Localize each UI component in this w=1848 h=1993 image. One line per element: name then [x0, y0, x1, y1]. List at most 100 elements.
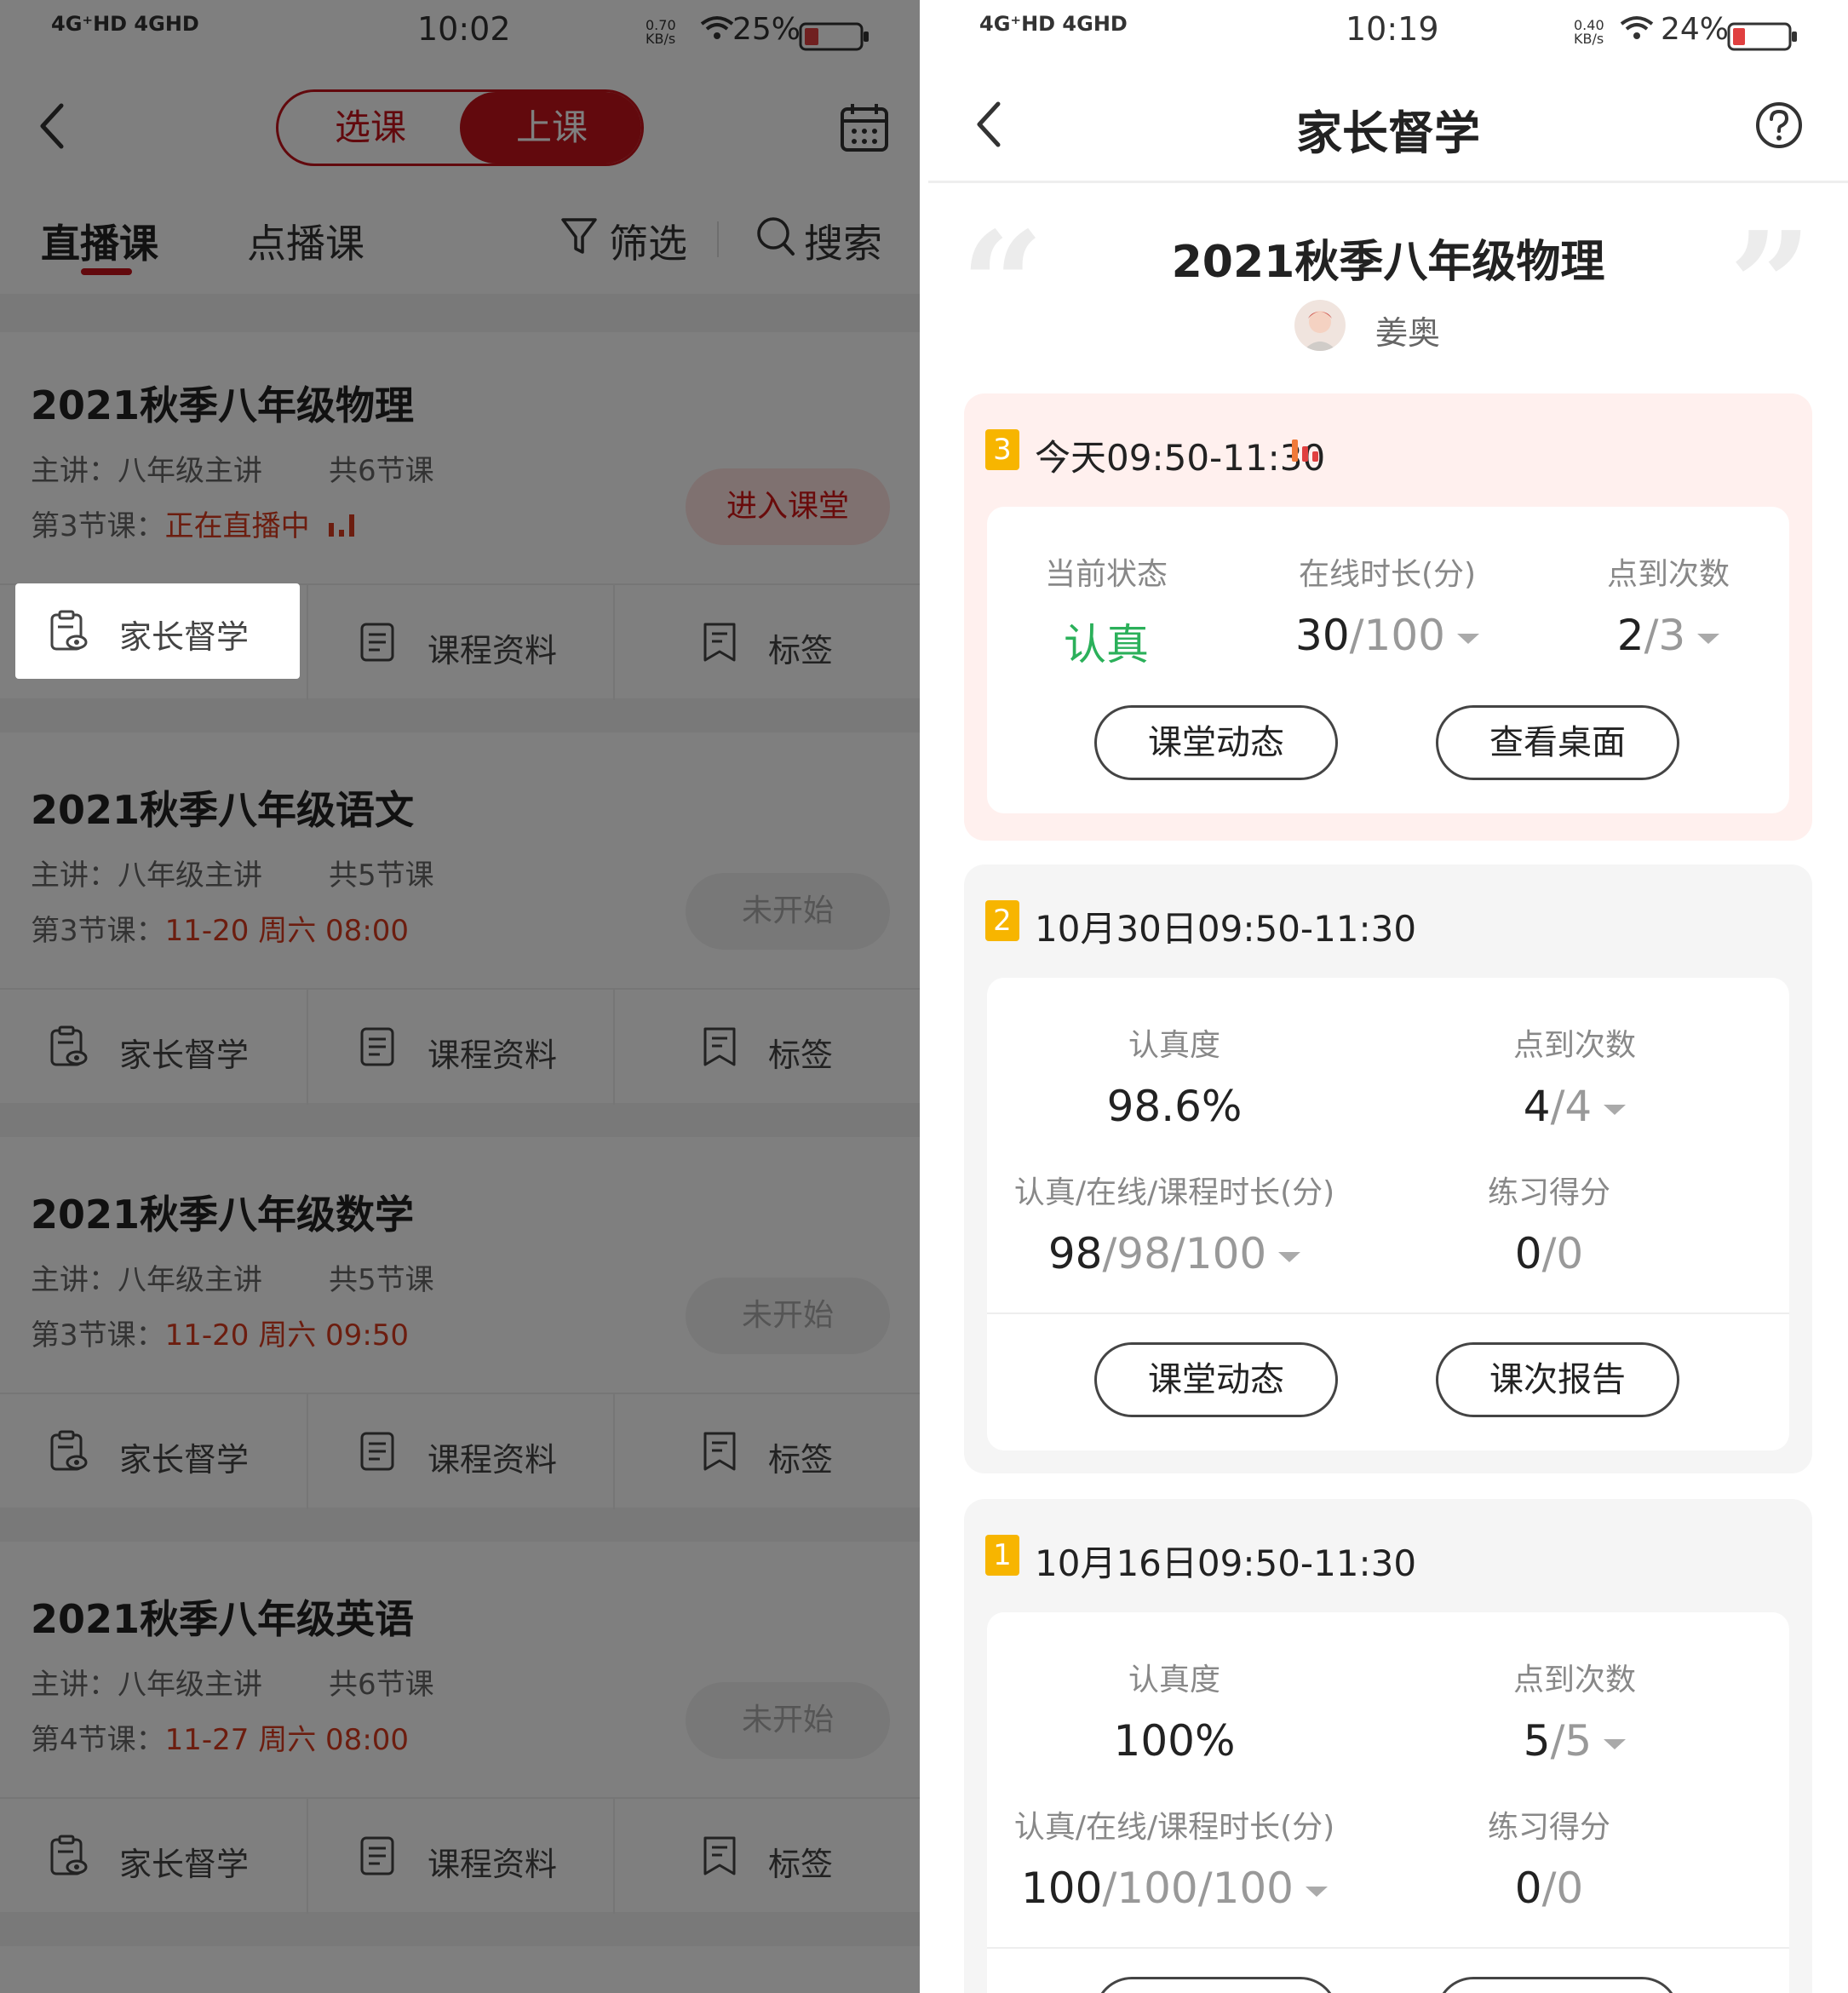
current-lesson: 第3节课：正在直播中: [31, 503, 359, 544]
stat-label: 点到次数: [1512, 1663, 1636, 1697]
bookmark-icon: [703, 623, 736, 662]
session-number-badge: 1: [985, 1535, 1019, 1576]
stat-den: /98/100: [1102, 1229, 1267, 1278]
stat-label: 当前状态: [1044, 557, 1168, 592]
stat-label: 认真/在线/课程时长(分): [1013, 1810, 1335, 1845]
tags-button[interactable]: 标签: [615, 990, 920, 1105]
tab-attend-class[interactable]: 上课: [460, 92, 641, 164]
course-materials-button[interactable]: 课程资料: [308, 585, 613, 700]
checkin-count[interactable]: 点到次数 5/5: [1464, 1655, 1685, 1766]
course-actions: 家长督学 课程资料 标签: [0, 1393, 920, 1509]
lesson-time: 11-20 周六 08:00: [164, 914, 410, 948]
tags-button[interactable]: 标签: [615, 1799, 920, 1914]
course-materials-button[interactable]: 课程资料: [308, 1799, 613, 1914]
not-started-button[interactable]: 未开始: [686, 873, 890, 950]
help-icon[interactable]: [1754, 101, 1804, 153]
online-duration[interactable]: 在线时长(分) 30/100: [1277, 549, 1498, 660]
course-meta: 主讲：八年级主讲 共5节课: [31, 1256, 434, 1298]
stat-label: 点到次数: [1512, 1028, 1636, 1063]
network-indicator: 4G⁺HD 4GHD: [979, 12, 1128, 36]
stat-label: 在线时长(分): [1298, 557, 1477, 592]
checkin-count[interactable]: 点到次数 4/4: [1464, 1020, 1685, 1131]
back-icon[interactable]: [36, 101, 70, 155]
filter-icon[interactable]: [560, 216, 598, 261]
stat-label: 练习得分: [1487, 1175, 1610, 1210]
highlighted-parent-supervise-button[interactable]: 家长督学: [15, 583, 300, 679]
calendar-icon[interactable]: [839, 102, 890, 157]
enter-classroom-button[interactable]: 进入课堂: [686, 468, 890, 545]
lesson-label: 第3节课：: [31, 1318, 165, 1353]
supervise-icon: [50, 1835, 88, 1875]
class-activity-button[interactable]: 课堂动态: [1094, 705, 1338, 780]
current-lesson: 第4节课：11-27 周六 08:00: [31, 1716, 409, 1758]
action-label: 标签: [768, 632, 834, 669]
parent-supervise-button[interactable]: 家长督学: [0, 990, 307, 1105]
battery-icon: [799, 22, 870, 59]
wifi-icon: [1620, 14, 1654, 49]
class-activity-button[interactable]: [1094, 1977, 1338, 1993]
filter-button[interactable]: 筛选: [609, 213, 687, 269]
tags-button[interactable]: 标签: [615, 585, 920, 700]
stat-value: 100%: [1113, 1716, 1236, 1766]
focus-online-duration[interactable]: 认真/在线/课程时长(分) 98/98/100: [1004, 1168, 1345, 1278]
lesson-time: 11-20 周六 09:50: [164, 1318, 410, 1353]
view-desktop-button[interactable]: 查看桌面: [1436, 705, 1679, 780]
course-meta: 主讲：八年级主讲 共6节课: [31, 447, 434, 489]
mode-switch[interactable]: 选课 上课: [276, 89, 644, 166]
action-label: 课程资料: [428, 632, 558, 669]
tags-button[interactable]: 标签: [615, 1394, 920, 1509]
session-report-button[interactable]: 课次报告: [1436, 1342, 1679, 1417]
stat-num: 0: [1514, 1864, 1542, 1913]
session-time: 今天09:50-11:30: [1035, 437, 1326, 479]
stat-label: 练习得分: [1487, 1810, 1610, 1845]
lesson-time: 11-27 周六 08:00: [164, 1723, 410, 1757]
live-bars-icon: [319, 509, 359, 543]
stat-num: 98: [1047, 1229, 1103, 1278]
parent-supervise-button[interactable]: 家长督学: [0, 1394, 307, 1509]
not-started-button[interactable]: 未开始: [686, 1278, 890, 1354]
not-started-button[interactable]: 未开始: [686, 1682, 890, 1759]
session-report-button[interactable]: [1436, 1977, 1679, 1993]
action-label: 课程资料: [428, 1037, 558, 1074]
search-button[interactable]: 搜索: [804, 213, 882, 269]
action-label: 家长督学: [119, 1846, 250, 1883]
course-title: 2021秋季八年级语文: [31, 787, 415, 833]
chevron-down-icon: [1604, 1104, 1627, 1115]
course-title: 2021秋季八年级数学: [31, 1192, 415, 1238]
stat-label: 认真度: [1128, 1028, 1220, 1063]
materials-icon: [360, 623, 394, 662]
class-activity-button[interactable]: 课堂动态: [1094, 1342, 1338, 1417]
session-time: 10月16日09:50-11:30: [1035, 1542, 1417, 1584]
course-title: 2021秋季八年级物理: [1171, 237, 1605, 288]
stat-label: 认真度: [1128, 1663, 1220, 1697]
stat-den: /100: [1349, 611, 1445, 660]
session-card: 1 10月16日09:50-11:30 认真度 100% 点到次数 5/5 认真…: [964, 1499, 1812, 1993]
current-status: 当前状态 认真: [1021, 549, 1191, 672]
course-card: 2021秋季八年级英语 主讲：八年级主讲 共6节课 第4节课：11-27 周六 …: [0, 1546, 920, 1914]
tab-vod[interactable]: 点播课: [247, 213, 364, 269]
supervise-icon: [50, 610, 88, 651]
tab-live[interactable]: 直播课: [41, 213, 158, 269]
stat-value: 30/100: [1277, 611, 1498, 660]
session-stats: 当前状态 认真 在线时长(分) 30/100 点到次数 2/3 课堂动态 查看桌…: [987, 507, 1789, 813]
search-icon[interactable]: [756, 215, 795, 261]
action-label: 标签: [768, 1037, 834, 1074]
course-actions: 家长督学 课程资料 标签: [0, 1797, 920, 1914]
action-label: 课程资料: [428, 1441, 558, 1479]
course-materials-button[interactable]: 课程资料: [308, 990, 613, 1105]
course-materials-button[interactable]: 课程资料: [308, 1394, 613, 1509]
divider: [987, 1947, 1789, 1949]
net-speed: 0.40 KB/s: [1574, 17, 1604, 47]
action-label: 家长督学: [119, 1037, 250, 1074]
focus-online-duration[interactable]: 认真/在线/课程时长(分) 100/100/100: [1004, 1802, 1345, 1913]
checkin-count[interactable]: 点到次数 2/3: [1583, 549, 1753, 660]
lesson-status: 正在直播中: [164, 509, 310, 543]
stat-den: /3: [1644, 611, 1686, 660]
battery-percent: 25%: [732, 12, 801, 47]
stat-value: 4/4: [1464, 1082, 1685, 1131]
tab-select-course[interactable]: 选课: [278, 92, 462, 164]
parent-supervise-button[interactable]: 家长督学: [0, 1799, 307, 1914]
course-card: 2021秋季八年级数学 主讲：八年级主讲 共5节课 第3节课：11-20 周六 …: [0, 1141, 920, 1509]
stat-label: 认真/在线/课程时长(分): [1013, 1175, 1335, 1210]
supervise-icon: [50, 1025, 88, 1066]
